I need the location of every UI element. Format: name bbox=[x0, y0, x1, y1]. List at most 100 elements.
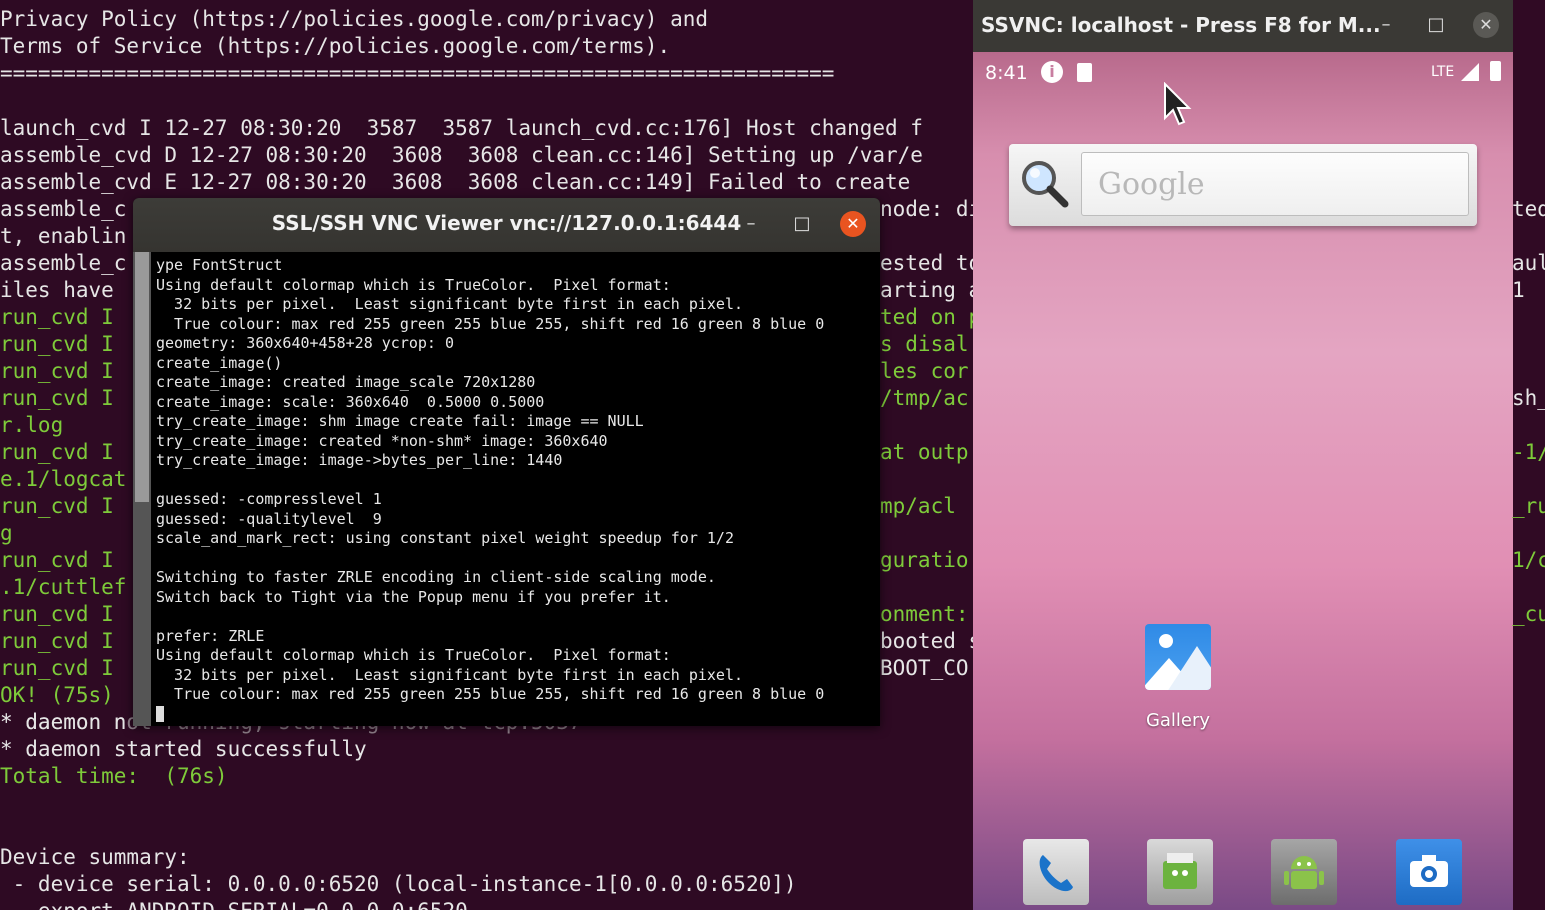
terminal-fragment: _ru bbox=[1512, 494, 1545, 518]
terminal-log-line: t, enablin bbox=[0, 224, 127, 248]
terminal-log-line: assemble_cvd E 12-27 08:30:20 3608 3608 … bbox=[0, 170, 911, 194]
vnc-log-line: try_create_image: image->bytes_per_line:… bbox=[156, 451, 563, 469]
maximize-button[interactable]: □ bbox=[1423, 12, 1449, 38]
sd-card-icon bbox=[1077, 63, 1092, 82]
terminal-log-line: e.1/logcat bbox=[0, 467, 127, 491]
terminal-line: Terms of Service (https://policies.googl… bbox=[0, 34, 671, 58]
terminal-fragment: 1 bbox=[1512, 278, 1525, 302]
terminal-fragment: _cu bbox=[1512, 602, 1545, 626]
terminal-fragment: booted s bbox=[880, 629, 975, 653]
mouse-cursor-icon bbox=[1164, 82, 1192, 126]
vnc-log-line bbox=[156, 471, 880, 491]
terminal-log-line: - device serial: 0.0.0.0:6520 (local-ins… bbox=[0, 872, 797, 896]
vnc-log-line: 32 bits per pixel. Least significant byt… bbox=[156, 295, 743, 313]
terminal-line: ========================================… bbox=[0, 61, 835, 85]
terminal-fragment: guratio bbox=[880, 548, 969, 572]
terminal-log-line: export ANDROID_SERIAL=0.0.0.0:6520 bbox=[0, 898, 468, 910]
terminal-log-line: run_cvd I bbox=[0, 629, 114, 653]
terminal-fragment: s disal bbox=[880, 332, 969, 356]
terminal-fragment: ted on p bbox=[880, 305, 975, 329]
close-button[interactable]: ✕ bbox=[840, 211, 866, 237]
vnc-log-line: guessed: -compresslevel 1 bbox=[156, 490, 382, 508]
terminal-log-line: assemble_c bbox=[0, 251, 127, 275]
status-clock: 8:41 bbox=[985, 62, 1028, 84]
phone-icon[interactable] bbox=[1023, 839, 1089, 905]
camera-icon[interactable] bbox=[1396, 839, 1462, 905]
messaging-icon[interactable] bbox=[1147, 839, 1213, 905]
android-app-icon[interactable] bbox=[1271, 839, 1337, 905]
terminal-fragment: mp/acl bbox=[880, 494, 956, 518]
terminal-fragment: aul bbox=[1512, 251, 1545, 275]
terminal-fragment: arting a bbox=[880, 278, 975, 302]
minimize-button[interactable]: – bbox=[738, 211, 764, 237]
terminal-fragment: /tmp/ac bbox=[880, 386, 969, 410]
search-input[interactable]: Google bbox=[1081, 152, 1469, 216]
vnc-log-line: Switch back to Tight via the Popup menu … bbox=[156, 587, 671, 606]
terminal-log-line: run_cvd I bbox=[0, 305, 114, 329]
terminal-fragment: sh_ bbox=[1512, 386, 1545, 410]
terminal-log-line: run_cvd I bbox=[0, 332, 114, 356]
vnc-log-line: Switching to faster ZRLE encoding in cli… bbox=[156, 568, 716, 586]
close-button[interactable]: ✕ bbox=[1473, 12, 1499, 38]
ssvnc-window-title: SSVNC: localhost - Press F8 for M... bbox=[981, 13, 1381, 37]
vnc-log-line: True colour: max red 255 green 255 blue … bbox=[156, 685, 825, 703]
terminal-log-line: * daemon started successfully bbox=[0, 737, 367, 761]
vnc-log-line: Using default colormap which is TrueColo… bbox=[156, 646, 671, 664]
ssvnc-titlebar[interactable]: SSVNC: localhost - Press F8 for M... – □… bbox=[973, 0, 1513, 52]
vnc-log-line: scale_and_mark_rect: using constant pixe… bbox=[156, 529, 734, 547]
vnc-log-line: try_create_image: created *non-shm* imag… bbox=[156, 431, 608, 450]
vnc-titlebar[interactable]: SSL/SSH VNC Viewer vnc://127.0.0.1:6444 … bbox=[133, 198, 880, 252]
terminal-log-line: Device summary: bbox=[0, 845, 190, 869]
terminal-log-line: OK! (75s) bbox=[0, 683, 114, 707]
vnc-log-line: Using default colormap which is TrueColo… bbox=[156, 275, 671, 294]
terminal-log-line: run_cvd I bbox=[0, 602, 114, 626]
terminal-log-line: run_cvd I bbox=[0, 359, 114, 383]
scrollbar-thumb[interactable] bbox=[135, 252, 149, 502]
gallery-icon[interactable] bbox=[1145, 624, 1211, 690]
terminal-log-line: run_cvd I bbox=[0, 494, 114, 518]
vnc-log-line: True colour: max red 255 green 255 blue … bbox=[156, 314, 825, 333]
vnc-log-line: guessed: -qualitylevel 9 bbox=[156, 509, 382, 528]
text-cursor bbox=[156, 706, 164, 722]
vnc-viewer-window[interactable]: SSL/SSH VNC Viewer vnc://127.0.0.1:6444 … bbox=[133, 198, 880, 726]
terminal-log-line: launch_cvd I 12-27 08:30:20 3587 3587 la… bbox=[0, 116, 923, 140]
terminal-fragment: onment: bbox=[880, 602, 969, 626]
gallery-app[interactable]: Gallery bbox=[1143, 624, 1213, 731]
terminal-fragment: BOOT_CO bbox=[880, 656, 969, 680]
terminal-fragment: ested to bbox=[880, 251, 975, 275]
terminal-log-line: assemble_c bbox=[0, 197, 127, 221]
network-type-label: LTE bbox=[1431, 64, 1455, 80]
terminal-log-line: run_cvd I bbox=[0, 656, 114, 680]
vnc-scrollbar[interactable] bbox=[133, 252, 151, 726]
magnifier-icon[interactable] bbox=[1019, 158, 1071, 210]
ssvnc-window[interactable]: SSVNC: localhost - Press F8 for M... – □… bbox=[973, 0, 1513, 910]
terminal-log-line: iles have bbox=[0, 278, 114, 302]
vnc-log-line: try_create_image: shm image create fail:… bbox=[156, 412, 644, 430]
google-search-widget[interactable]: Google bbox=[1009, 144, 1477, 226]
terminal-fragment: node: di bbox=[880, 197, 975, 221]
vnc-window-title: SSL/SSH VNC Viewer vnc://127.0.0.1:6444 bbox=[271, 211, 742, 235]
vnc-log-line: create_image: created image_scale 720x12… bbox=[156, 373, 536, 391]
vnc-log-line: create_image() bbox=[156, 353, 283, 372]
gallery-label: Gallery bbox=[1145, 710, 1211, 731]
vnc-log-line: geometry: 360x640+458+28 ycrop: 0 bbox=[156, 334, 455, 352]
vnc-log-line bbox=[156, 549, 880, 569]
terminal-log-line: run_cvd I bbox=[0, 548, 114, 572]
terminal-log-line: Total time: (76s) bbox=[0, 764, 228, 788]
vnc-log-line: 32 bits per pixel. Least significant byt… bbox=[156, 665, 743, 684]
battery-icon bbox=[1490, 61, 1501, 81]
maximize-button[interactable]: □ bbox=[789, 211, 815, 237]
search-placeholder: Google bbox=[1098, 167, 1205, 202]
terminal-log-line: g bbox=[0, 521, 13, 545]
minimize-button[interactable]: – bbox=[1373, 12, 1399, 38]
terminal-fragment: les cor bbox=[880, 359, 969, 383]
signal-icon bbox=[1461, 63, 1479, 81]
android-home-screen[interactable]: 8:41 i LTE Google Gallery bbox=[973, 52, 1513, 910]
terminal-log-line: .1/cuttlef bbox=[0, 575, 127, 599]
vnc-log-line: create_image: scale: 360x640 0.5000 0.50… bbox=[156, 392, 545, 411]
info-icon: i bbox=[1041, 61, 1063, 83]
vnc-log-output: ype FontStruct Using default colormap whi… bbox=[156, 256, 880, 726]
terminal-line: Privacy Policy (https://policies.google.… bbox=[0, 7, 709, 31]
terminal-fragment: at outp bbox=[880, 440, 969, 464]
terminal-fragment: ted bbox=[1512, 197, 1545, 221]
